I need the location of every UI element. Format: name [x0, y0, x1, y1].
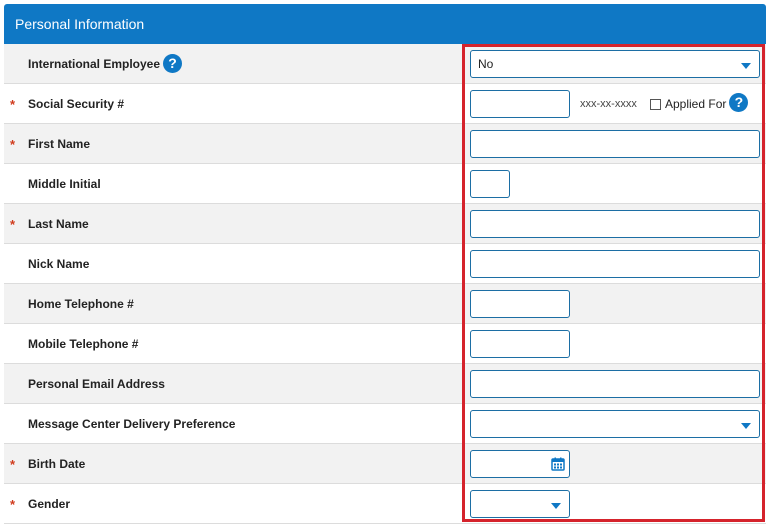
row-birth-date: * Birth Date — [4, 444, 766, 484]
international-employee-value: No — [478, 57, 494, 71]
social-security-label: Social Security # — [28, 97, 125, 111]
form-rows: International Employee? No * Social Secu… — [4, 44, 766, 524]
help-icon[interactable]: ? — [729, 93, 749, 112]
birth-date-input[interactable] — [470, 450, 570, 478]
panel-title: Personal Information — [4, 4, 766, 44]
gender-select[interactable] — [470, 490, 570, 518]
required-marker: * — [10, 457, 16, 472]
applied-for-checkbox-group[interactable]: Applied For ? — [650, 84, 749, 124]
home-telephone-input[interactable] — [470, 290, 570, 318]
applied-for-checkbox[interactable] — [650, 98, 661, 110]
row-message-center-preference: Message Center Delivery Preference — [4, 404, 766, 444]
nick-name-input[interactable] — [470, 250, 760, 278]
applied-for-label: Applied For — [665, 97, 727, 111]
chevron-down-icon — [741, 63, 751, 69]
social-security-input[interactable] — [470, 90, 570, 118]
message-center-preference-select[interactable] — [470, 410, 760, 438]
home-telephone-label: Home Telephone # — [28, 297, 134, 311]
row-home-telephone: Home Telephone # — [4, 284, 766, 324]
row-international-employee: International Employee? No — [4, 44, 766, 84]
nick-name-label: Nick Name — [28, 257, 90, 271]
international-employee-label: International Employee? — [28, 44, 183, 84]
middle-initial-input[interactable] — [470, 170, 510, 198]
personal-information-panel: Personal Information International Emplo… — [4, 4, 766, 524]
middle-initial-label: Middle Initial — [28, 177, 101, 191]
last-name-label: Last Name — [28, 217, 89, 231]
last-name-input[interactable] — [470, 210, 760, 238]
international-employee-select[interactable]: No — [470, 50, 760, 78]
ssn-format-hint: xxx-xx-xxxx — [580, 98, 637, 110]
row-nick-name: Nick Name — [4, 244, 766, 284]
mobile-telephone-label: Mobile Telephone # — [28, 337, 139, 351]
help-icon[interactable]: ? — [163, 53, 183, 73]
required-marker: * — [10, 497, 16, 512]
required-marker: * — [10, 137, 16, 152]
row-mobile-telephone: Mobile Telephone # — [4, 324, 766, 364]
first-name-label: First Name — [28, 137, 91, 151]
chevron-down-icon — [741, 423, 751, 429]
row-gender: * Gender — [4, 484, 766, 524]
personal-email-input[interactable] — [470, 370, 760, 398]
calendar-icon[interactable] — [551, 457, 565, 471]
required-marker: * — [10, 97, 16, 112]
chevron-down-icon — [551, 503, 561, 509]
birth-date-label: Birth Date — [28, 457, 86, 471]
row-first-name: * First Name — [4, 124, 766, 164]
message-center-preference-label: Message Center Delivery Preference — [28, 417, 236, 431]
row-last-name: * Last Name — [4, 204, 766, 244]
row-personal-email: Personal Email Address — [4, 364, 766, 404]
required-marker: * — [10, 217, 16, 232]
personal-email-label: Personal Email Address — [28, 377, 165, 391]
mobile-telephone-input[interactable] — [470, 330, 570, 358]
gender-label: Gender — [28, 497, 71, 511]
first-name-input[interactable] — [470, 130, 760, 158]
row-social-security: * Social Security # xxx-xx-xxxx Applied … — [4, 84, 766, 124]
row-middle-initial: Middle Initial — [4, 164, 766, 204]
